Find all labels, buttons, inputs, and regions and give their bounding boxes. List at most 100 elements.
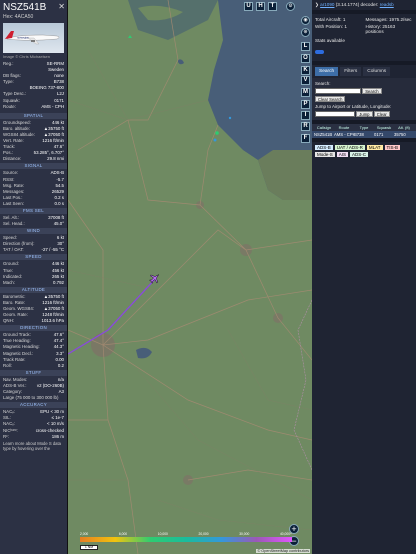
- settings-gear-icon[interactable]: ⚙: [286, 2, 295, 11]
- map-button-v[interactable]: V: [301, 76, 310, 85]
- map-attribution[interactable]: © OpenStreetMap contributors: [256, 549, 310, 553]
- col-callsign[interactable]: Callsign: [314, 125, 334, 130]
- close-icon[interactable]: ✕: [58, 2, 65, 11]
- info-row: QNH: 1013.6 hPa: [0, 318, 67, 324]
- aircraft-marker[interactable]: [147, 271, 162, 286]
- decoder-link[interactable]: readsb: [380, 2, 394, 7]
- section-header: WIND: [0, 228, 67, 235]
- tab-filters[interactable]: Filters: [340, 66, 362, 76]
- stats-available: Stats available: [315, 37, 345, 43]
- aircraft-info-panel: NSZ541B Hex: 4ACA50 ✕ norwegian Image © …: [0, 0, 68, 554]
- footer-hint: Learn more about Mode S data type by hov…: [3, 440, 61, 451]
- info-key: Type:: [3, 79, 14, 85]
- map-button-t[interactable]: T: [268, 2, 277, 11]
- map-button-l[interactable]: L: [301, 42, 310, 51]
- map-button-p[interactable]: P: [301, 100, 310, 109]
- clear-search-button[interactable]: Clear Search: [315, 95, 346, 102]
- right-panel: ❯ ar1090 (3.14.1774) decoder: readsb Tot…: [312, 0, 416, 554]
- col-type[interactable]: Type: [354, 125, 374, 130]
- collapse-icon[interactable]: ❯: [315, 2, 319, 7]
- aircraft-table-header: Callsign Route Type Squawk Alt. (ft): [312, 123, 416, 131]
- source-badge[interactable]: MLAT: [366, 144, 383, 150]
- registration-info: Reg.: SE-RRM Sweden DB flags: none Type: B738 B…: [0, 61, 67, 110]
- source-badge[interactable]: UAT / ADS-R: [334, 144, 365, 150]
- info-key: Sel. Head.:: [3, 221, 25, 227]
- aircraft-photo[interactable]: norwegian: [3, 23, 64, 53]
- source-badge[interactable]: ADS-B: [315, 144, 333, 150]
- map-button-u[interactable]: U: [244, 2, 253, 11]
- map-button-k[interactable]: K: [301, 66, 310, 75]
- info-key: Roll:: [3, 362, 12, 368]
- tab-columns[interactable]: Columns: [363, 66, 391, 76]
- receiver-header: ❯ ar1090 (3.14.1774) decoder: readsb: [312, 0, 416, 10]
- cell-squawk: 0171: [374, 131, 384, 137]
- aircraft-header: NSZ541B Hex: 4ACA50 ✕: [0, 0, 67, 21]
- tab-search[interactable]: Search: [315, 66, 339, 76]
- map-button-o[interactable]: O: [301, 54, 310, 63]
- receiver-link[interactable]: ar1090: [320, 2, 334, 7]
- stat-history: History: 25163 positions: [365, 23, 396, 35]
- section-header: SIGNAL: [0, 163, 67, 170]
- info-value: 186 m: [51, 433, 64, 439]
- alt-tick: 10,000: [157, 532, 168, 536]
- map-canvas[interactable]: [68, 0, 312, 554]
- col-altitude[interactable]: Alt. (ft): [394, 125, 414, 130]
- decoder-prefix: decoder:: [360, 2, 379, 7]
- cell-type: B738: [354, 131, 364, 137]
- layers-icon[interactable]: ◉: [301, 16, 310, 25]
- info-key: Last Seen:: [3, 200, 24, 206]
- info-row: TAT / OAT: -27 / -55 °C: [0, 247, 67, 253]
- stats-grid: Total Aircraft: 1 Messages: 1975.2/sec W…: [312, 14, 416, 38]
- altitude-color-legend: [80, 537, 292, 542]
- alt-tick: 30,000: [239, 532, 250, 536]
- info-value: 29.8 nmi: [47, 156, 64, 162]
- source-legend: ADS-B UAT / ADS-R MLAT TIS-B Mode-S AIS ADS-C: [312, 142, 416, 160]
- info-value: 1013.6 hPa: [41, 318, 64, 324]
- cell-callsign: NSZ541B: [314, 131, 333, 137]
- clear-button[interactable]: Clear: [373, 110, 390, 117]
- jump-button[interactable]: Jump: [356, 110, 373, 117]
- info-value: 0.2: [57, 362, 64, 368]
- section-header: STUFF: [0, 369, 67, 376]
- source-badge[interactable]: TIS-B: [384, 144, 401, 150]
- search-input[interactable]: [315, 87, 361, 94]
- svg-text:norwegian: norwegian: [17, 35, 30, 39]
- map-button-h[interactable]: H: [256, 2, 265, 11]
- alt-tick: 20,000: [198, 532, 209, 536]
- stats-toggle[interactable]: [315, 49, 324, 54]
- map-button-f[interactable]: F: [301, 134, 310, 143]
- info-row: Last Seen: 0.0 s: [0, 201, 67, 207]
- globe-icon[interactable]: ⊕: [301, 28, 310, 37]
- info-value: 45.0°: [53, 221, 64, 227]
- info-row: Mach: 0.792: [0, 280, 67, 286]
- table-row[interactable]: NSZ541B AMS - CPH B738 0171 35750: [312, 130, 416, 138]
- jump-input[interactable]: [315, 110, 355, 117]
- info-value: 0.792: [53, 279, 64, 285]
- map-view[interactable]: U H T ⚙ ◉ ⊕ L O K V M P I R F + − 2,000 …: [68, 0, 312, 554]
- section-header: ALTITUDE: [0, 286, 67, 293]
- map-button-m[interactable]: M: [301, 88, 310, 97]
- info-key: QNH:: [3, 318, 14, 324]
- source-badge[interactable]: AIS: [336, 151, 349, 157]
- altitude-legend-ticks: 2,000 6,000 10,000 20,000 30,000 40,000+: [80, 532, 292, 536]
- source-badge[interactable]: ADS-C: [350, 151, 369, 157]
- photo-credit: Image © Chris Michaelsen: [3, 54, 50, 59]
- alt-tick: 6,000: [118, 532, 128, 536]
- search-label: Search:: [315, 80, 331, 86]
- info-key: Distance:: [3, 156, 22, 162]
- stat-messages: Messages: 1975.2/sec: [365, 17, 412, 22]
- info-key: Large (75 000 to 300 000 lb): [3, 395, 59, 401]
- section-header: DIRECTION: [0, 325, 67, 332]
- info-row: Distance: 29.8 nmi: [0, 156, 67, 162]
- source-badge[interactable]: Mode-S: [315, 151, 335, 157]
- section-header: SPATIAL: [0, 112, 67, 119]
- map-button-i[interactable]: I: [301, 111, 310, 120]
- info-key: Rᶜ:: [3, 433, 9, 439]
- scale-bar: 1 NM: [80, 545, 98, 550]
- col-route[interactable]: Route: [334, 125, 354, 130]
- aircraft-hex: Hex: 4ACA50: [3, 14, 34, 20]
- search-button[interactable]: Search: [362, 87, 382, 94]
- map-button-r[interactable]: R: [301, 122, 310, 131]
- col-squawk[interactable]: Squawk: [374, 125, 394, 130]
- airplane-photo-icon: norwegian: [5, 31, 60, 45]
